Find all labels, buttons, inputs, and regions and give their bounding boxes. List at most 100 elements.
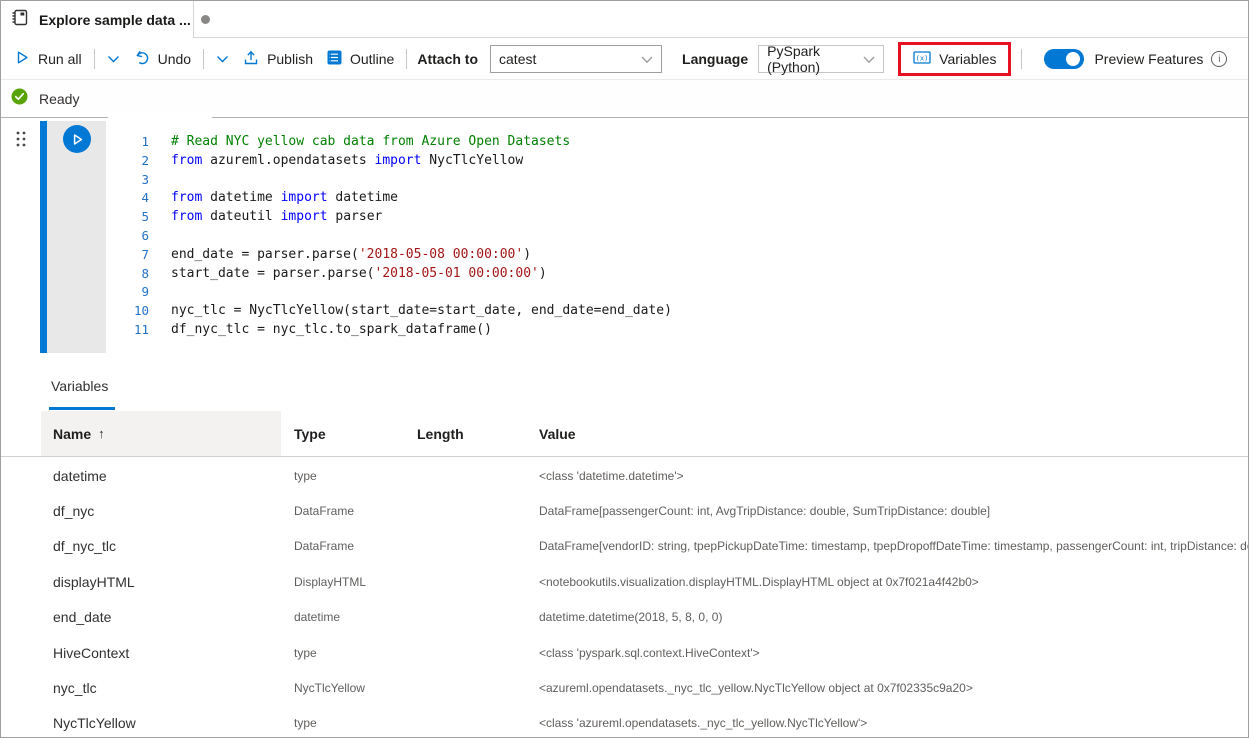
cell-selection-bar <box>40 121 47 353</box>
run-options-chevron-button[interactable] <box>105 47 122 71</box>
cell-value: <class 'datetime.datetime'> <box>526 469 1248 483</box>
column-header-length[interactable]: Length <box>404 411 526 456</box>
cell-name: nyc_tlc <box>41 680 281 696</box>
run-all-label: Run all <box>38 51 82 67</box>
cell-type: DataFrame <box>281 504 404 518</box>
language-value: PySpark (Python) <box>767 43 863 75</box>
code-line: 10nyc_tlc = NycTlcYellow(start_date=star… <box>106 302 1246 321</box>
line-content <box>149 283 171 302</box>
cell-value: <class 'pyspark.sql.context.HiveContext'… <box>526 646 1248 660</box>
code-line: 1# Read NYC yellow cab data from Azure O… <box>106 133 1246 152</box>
cell-type: datetime <box>281 610 404 624</box>
attach-to-select[interactable]: catest <box>490 45 662 73</box>
cell-name: HiveContext <box>41 645 281 661</box>
notebook-icon <box>11 8 29 32</box>
line-content: from dateutil import parser <box>149 208 382 227</box>
code-line: 5from dateutil import parser <box>106 208 1246 227</box>
variables-button[interactable]: (x) Variables <box>898 42 1011 76</box>
column-header-type[interactable]: Type <box>281 411 404 456</box>
unsaved-changes-icon <box>201 15 210 24</box>
line-content: from datetime import datetime <box>149 189 398 208</box>
table-row[interactable]: df_nycDataFrame DataFrame[passengerCount:… <box>1 493 1248 528</box>
notebook-tab[interactable]: Explore sample data ... <box>1 1 194 38</box>
divider <box>1021 49 1022 69</box>
cell-value: DataFrame[passengerCount: int, AvgTripDi… <box>526 504 1248 518</box>
tab-variables[interactable]: Variables <box>51 378 108 394</box>
line-number: 2 <box>106 152 149 171</box>
chevron-down-icon <box>863 51 875 67</box>
variables-rows: datetimetype<class 'datetime.datetime'>d… <box>1 458 1248 737</box>
divider <box>406 49 407 69</box>
table-row[interactable]: NycTlcYellowtype<class 'azureml.opendata… <box>1 706 1248 737</box>
notebook-app: Explore sample data ... Run all <box>0 0 1249 738</box>
ready-check-icon <box>11 88 28 110</box>
table-header: Name ↑ Type Length Value <box>1 411 1248 457</box>
divider <box>203 49 204 69</box>
line-number: 8 <box>106 265 149 284</box>
code-line: 4from datetime import datetime <box>106 189 1246 208</box>
code-line: 11df_nyc_tlc = nyc_tlc.to_spark_datafram… <box>106 321 1246 340</box>
tab-title: Explore sample data ... <box>39 12 191 28</box>
publish-icon <box>243 50 259 69</box>
line-number: 1 <box>106 133 149 152</box>
svg-text:(x): (x) <box>916 54 929 62</box>
line-number: 5 <box>106 208 149 227</box>
publish-label: Publish <box>267 51 313 67</box>
drag-handle-icon[interactable] <box>14 130 29 154</box>
line-content <box>149 227 171 246</box>
tab-bar: Explore sample data ... <box>1 1 1248 38</box>
status-text: Ready <box>39 91 79 107</box>
undo-button[interactable]: Undo <box>132 46 193 73</box>
variables-panel: Variables Name ↑ Type Length Value datet… <box>1 354 1248 737</box>
line-number: 4 <box>106 189 149 208</box>
table-row[interactable]: end_datedatetime datetime.datetime(2018, … <box>1 600 1248 635</box>
cell-value: datetime.datetime(2018, 5, 8, 0, 0) <box>526 610 1248 624</box>
column-header-value[interactable]: Value <box>526 411 1248 456</box>
outline-label: Outline <box>350 51 394 67</box>
cell-value: DataFrame[vendorID: string, tpepPickupDa… <box>526 539 1248 553</box>
cell-type: type <box>281 716 404 730</box>
attach-to-value: catest <box>499 51 536 67</box>
divider <box>94 49 95 69</box>
cell-name: df_nyc <box>41 503 281 519</box>
code-line: 6 <box>106 227 1246 246</box>
line-content: # Read NYC yellow cab data from Azure Op… <box>149 133 570 152</box>
line-content: nyc_tlc = NycTlcYellow(start_date=start_… <box>149 302 672 321</box>
play-icon <box>15 50 30 68</box>
code-line: 2from azureml.opendatasets import NycTlc… <box>106 152 1246 171</box>
table-row[interactable]: df_nyc_tlcDataFrameDataFrame[vendorID: s… <box>1 529 1248 564</box>
code-line: 9 <box>106 283 1246 302</box>
outline-icon <box>327 50 342 68</box>
table-row[interactable]: nyc_tlcNycTlcYellow<azureml.opendatasets… <box>1 670 1248 705</box>
chevron-down-icon <box>216 51 229 67</box>
info-icon[interactable]: i <box>1211 51 1227 67</box>
publish-button[interactable]: Publish <box>241 46 315 73</box>
code-editor[interactable]: 1# Read NYC yellow cab data from Azure O… <box>106 133 1246 354</box>
line-content: end_date = parser.parse('2018-05-08 00:0… <box>149 246 531 265</box>
outline-button[interactable]: Outline <box>325 46 396 72</box>
run-all-button[interactable]: Run all <box>13 46 84 72</box>
cell-name: datetime <box>41 468 281 484</box>
table-row[interactable]: HiveContexttype<class 'pyspark.sql.conte… <box>1 635 1248 670</box>
language-select[interactable]: PySpark (Python) <box>758 45 884 73</box>
column-header-name[interactable]: Name ↑ <box>41 411 281 456</box>
cell-gutter <box>47 121 106 353</box>
cell-value: <class 'azureml.opendatasets._nyc_tlc_ye… <box>526 716 1248 730</box>
table-row[interactable]: datetimetype <class 'datetime.datetime'> <box>1 458 1248 493</box>
preview-features-toggle[interactable] <box>1044 49 1084 69</box>
preview-features-label: Preview Features <box>1094 51 1203 67</box>
undo-label: Undo <box>158 51 191 67</box>
line-content: from azureml.opendatasets import NycTlcY… <box>149 152 523 171</box>
cell-name: end_date <box>41 609 281 625</box>
language-label: Language <box>682 51 748 67</box>
line-number: 3 <box>106 171 149 190</box>
undo-options-chevron-button[interactable] <box>214 47 231 71</box>
line-number: 10 <box>106 302 149 321</box>
line-content: df_nyc_tlc = nyc_tlc.to_spark_dataframe(… <box>149 321 492 340</box>
run-cell-button[interactable] <box>63 125 91 153</box>
line-number: 9 <box>106 283 149 302</box>
cell-top-notch <box>108 113 212 126</box>
table-row[interactable]: displayHTMLDisplayHTML<notebookutils.vis… <box>1 564 1248 599</box>
cell-type: type <box>281 469 404 483</box>
code-line: 8start_date = parser.parse('2018-05-01 0… <box>106 265 1246 284</box>
